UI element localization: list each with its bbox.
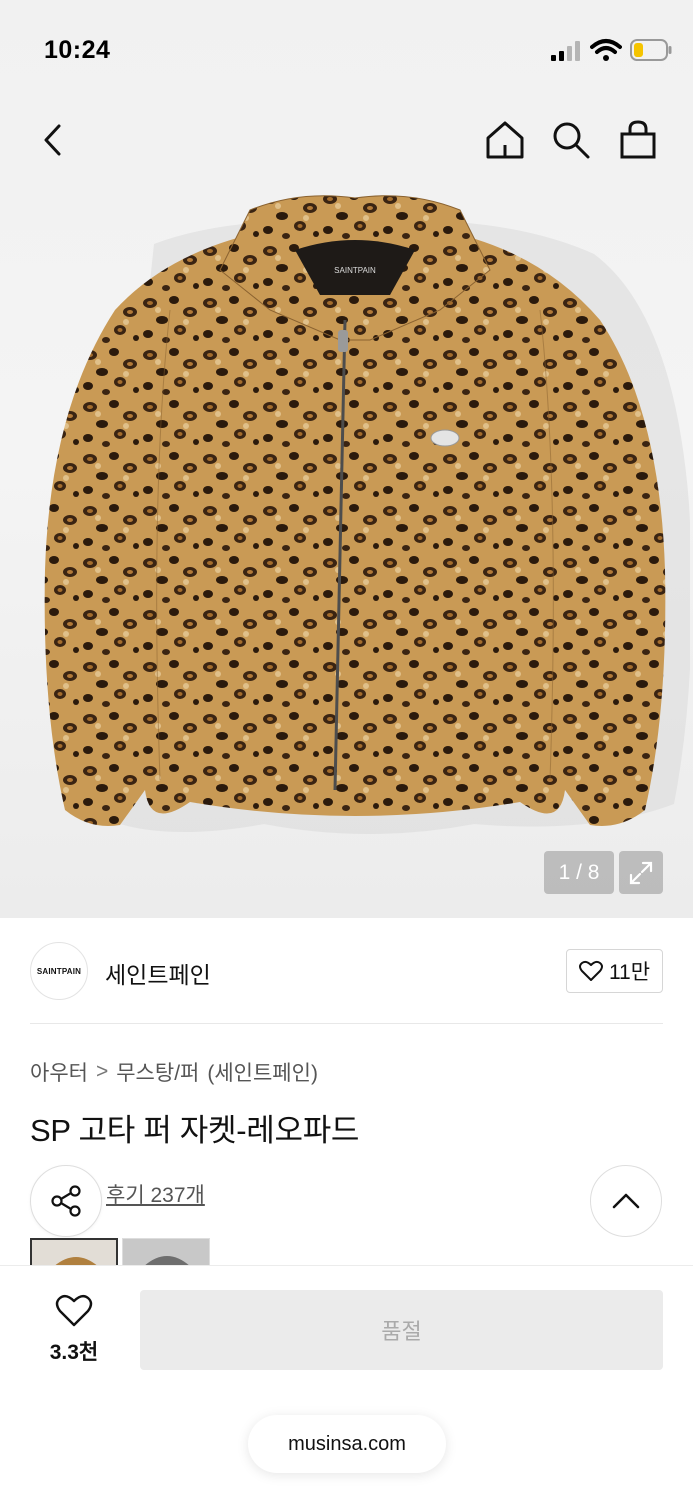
heart-icon [578,960,603,981]
brand-like-count: 11만 [608,961,651,984]
chevron-up-icon [612,1193,640,1209]
color-thumbnail-grey[interactable] [122,1238,210,1266]
browser-url-bar[interactable]: musinsa.com [248,1415,446,1473]
expand-icon [629,861,653,884]
breadcrumb-subcategory[interactable]: 무스탕/퍼 [116,1057,199,1087]
wishlist-count: 3.3천 [49,1341,99,1364]
soldout-button: 품절 [140,1290,663,1370]
breadcrumb-brand[interactable]: (세인트페인) [207,1057,318,1087]
product-title: SP 고타 퍼 자켓-레오파드 [30,1113,360,1148]
brand-logo[interactable]: SAINTPAIN [30,942,88,1000]
soldout-label: 품절 [381,1319,422,1344]
status-time: 10:24 [44,36,111,64]
thumbnail-image [32,1240,116,1266]
thumbnail-image [123,1239,209,1266]
wifi-icon [590,39,622,61]
image-counter: 1 / 8 [544,851,614,894]
share-button[interactable] [30,1165,102,1237]
expand-button[interactable] [619,851,663,894]
status-bar: 10:24 [0,0,693,100]
brand-logo-text: SAINTPAIN [36,966,82,976]
color-thumbnail-leopard[interactable] [30,1238,118,1266]
home-icon[interactable] [484,119,526,161]
back-icon[interactable] [36,122,72,158]
breadcrumb: 아우터 > 무스탕/퍼 (세인트페인) [30,1057,318,1087]
scroll-top-button[interactable] [590,1165,662,1237]
divider [30,1023,663,1024]
share-icon [51,1185,81,1217]
breadcrumb-category[interactable]: 아우터 [30,1057,88,1087]
battery-icon [630,39,672,61]
product-image[interactable]: SAINTPAIN [20,190,690,840]
search-icon[interactable] [550,119,592,161]
heart-icon [55,1294,93,1327]
brand-like-button[interactable]: 11만 [566,949,663,993]
review-link[interactable]: 후기 237개 [106,1179,205,1209]
bag-icon[interactable] [617,119,659,161]
svg-text:SAINTPAIN: SAINTPAIN [334,266,376,275]
url-text: musinsa.com [288,1432,406,1455]
breadcrumb-separator: > [95,1060,109,1083]
brand-name[interactable]: 세인트페인 [105,956,211,990]
cellular-signal-icon [551,41,580,61]
